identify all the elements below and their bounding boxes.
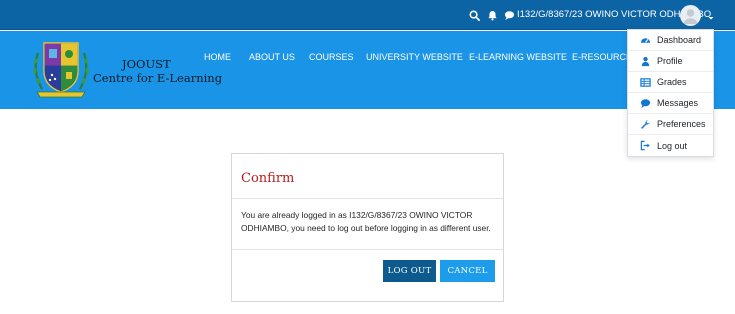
chevron-down-icon[interactable]	[706, 10, 716, 20]
dialog-title: Confirm	[241, 171, 295, 186]
menu-item-log-out[interactable]: Log out	[628, 135, 713, 156]
chat-icon[interactable]	[502, 8, 516, 22]
dialog-header: Confirm	[232, 154, 503, 199]
nav-home[interactable]: HOME	[204, 52, 231, 62]
chat-icon	[639, 97, 651, 109]
nav-elearning-website[interactable]: E-LEARNING WEBSITE	[469, 52, 567, 62]
search-icon[interactable]	[467, 8, 481, 22]
user-menu-dropdown: Dashboard Profile Grades Messages Prefer…	[627, 29, 714, 157]
bell-icon[interactable]	[485, 8, 499, 22]
brand-title: JOOUST	[122, 57, 171, 71]
cancel-button[interactable]: CANCEL	[440, 260, 495, 282]
menu-item-preferences[interactable]: Preferences	[628, 114, 713, 135]
confirm-dialog: Confirm You are already logged in as I13…	[231, 153, 504, 302]
wrench-icon	[639, 118, 651, 130]
nav-university-website[interactable]: UNIVERSITY WEBSITE	[366, 52, 463, 62]
dialog-message: You are already logged in as I132/G/8367…	[241, 210, 491, 233]
menu-item-dashboard[interactable]: Dashboard	[628, 30, 713, 51]
menu-item-profile[interactable]: Profile	[628, 51, 713, 72]
user-icon	[639, 55, 651, 67]
dialog-divider	[232, 249, 503, 250]
table-icon	[639, 76, 651, 88]
nav-courses[interactable]: COURSES	[309, 52, 354, 62]
log-out-button[interactable]: LOG OUT	[383, 260, 436, 282]
top-navbar: I132/G/8367/23 OWINO VICTOR ODHIAMBO	[0, 0, 735, 30]
avatar[interactable]	[680, 5, 701, 26]
nav-about-us[interactable]: ABOUT US	[249, 52, 295, 62]
header-banner: JOOUST Centre for E-Learning HOME ABOUT …	[0, 31, 735, 109]
menu-item-messages[interactable]: Messages	[628, 93, 713, 114]
page: I132/G/8367/23 OWINO VICTOR ODHIAMBO JOO…	[0, 0, 735, 314]
dashboard-icon	[639, 34, 651, 46]
menu-item-grades[interactable]: Grades	[628, 72, 713, 93]
jooust-logo[interactable]	[30, 39, 92, 101]
brand-subtitle: Centre for E-Learning	[93, 71, 223, 85]
sign-out-icon	[639, 140, 651, 152]
